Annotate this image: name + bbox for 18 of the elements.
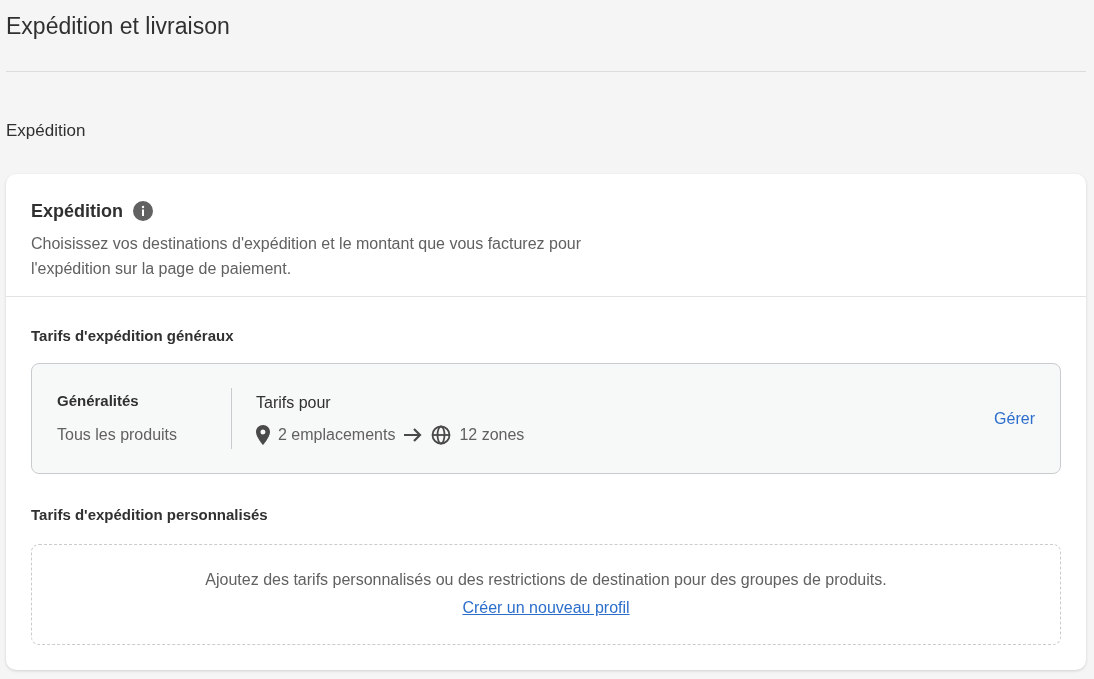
info-icon[interactable] xyxy=(133,201,153,221)
arrow-right-icon xyxy=(403,426,424,443)
zones-count: 12 zones xyxy=(459,424,525,445)
card-title: Expédition xyxy=(31,199,123,223)
page-title: Expédition et livraison xyxy=(6,10,1086,72)
location-pin-icon xyxy=(256,424,270,445)
locations-count: 2 emplacements xyxy=(278,424,396,445)
card-description: Choisissez vos destinations d'expédition et le montant que vous facturez pour l'expédition sur la page de paiement. xyxy=(31,233,583,279)
custom-rates-message: Ajoutez des tarifs personnalisés ou des restrictions de destination pour des groupes de produits. xyxy=(205,570,887,590)
manage-link[interactable]: Gérer xyxy=(994,406,1035,431)
custom-rates-heading: Tarifs d'expédition personnalisés xyxy=(31,505,269,525)
globe-icon xyxy=(431,424,452,445)
section-title: Expédition xyxy=(6,120,87,142)
create-profile-link[interactable]: Créer un nouveau profil xyxy=(462,596,630,620)
profile-scope: Tous les produits xyxy=(57,424,179,445)
general-rates-heading: Tarifs d'expédition généraux xyxy=(31,325,235,346)
profile-name: Généralités xyxy=(57,391,140,412)
rates-label: Tarifs pour xyxy=(256,392,332,413)
